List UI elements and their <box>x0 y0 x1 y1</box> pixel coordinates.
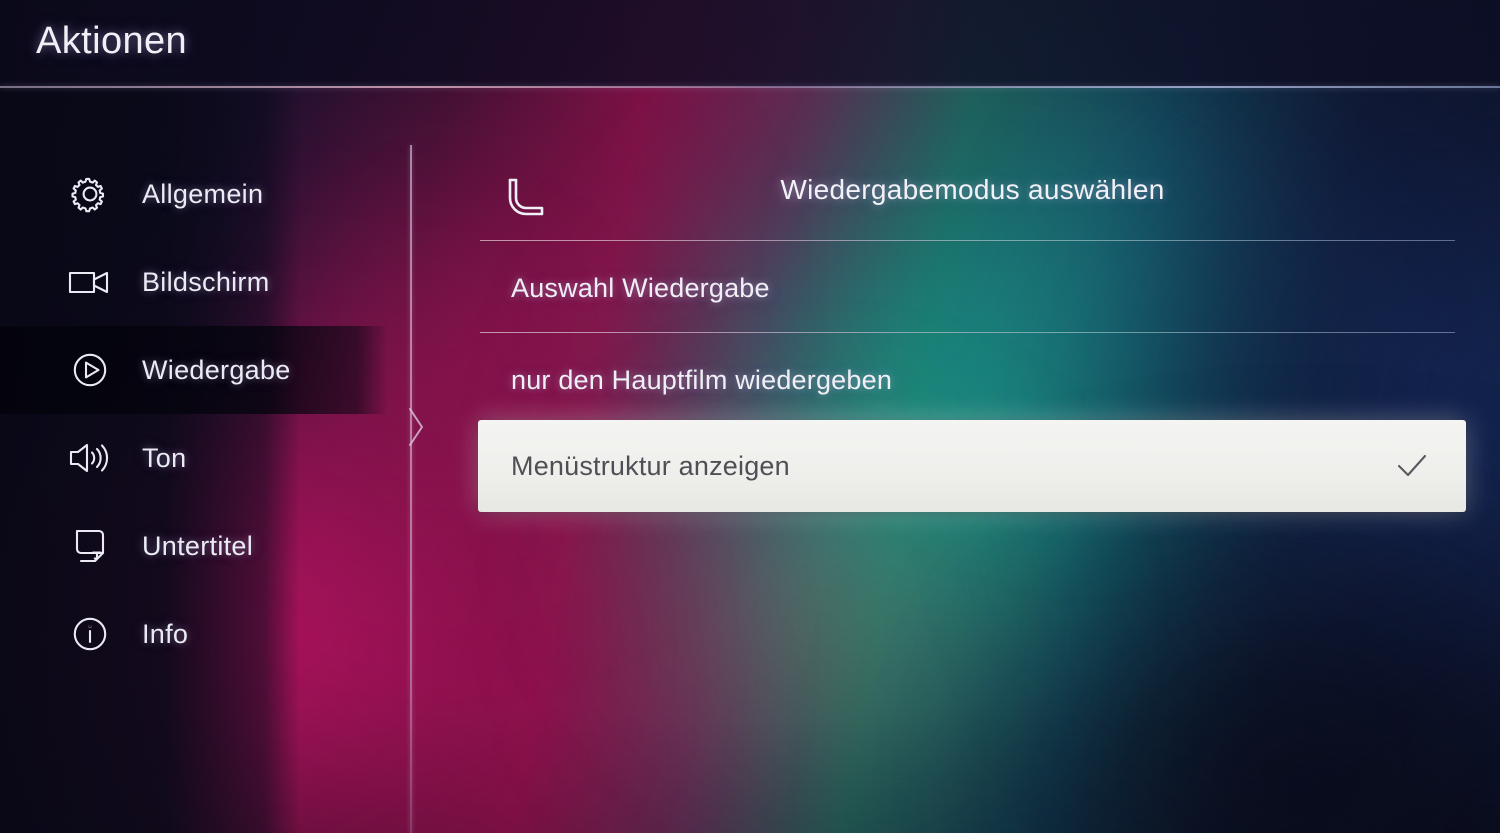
panel-header: Wiedergabemodus auswählen <box>480 160 1465 238</box>
panel-divider-top <box>480 240 1455 241</box>
sidebar-divider <box>410 145 412 833</box>
selection-chevron-icon <box>409 405 425 449</box>
sidebar-item-wiedergabe[interactable]: Wiedergabe <box>0 326 388 414</box>
sidebar-item-label: Untertitel <box>142 530 254 561</box>
check-icon <box>1394 448 1430 484</box>
panel-title: Wiedergabemodus auswählen <box>780 174 1165 205</box>
main-panel: Wiedergabemodus auswählen Auswahl Wieder… <box>478 160 1466 512</box>
sidebar-item-label: Bildschirm <box>142 266 270 297</box>
list-item-label: nur den Hauptfilm wiedergeben <box>511 364 893 395</box>
sidebar-item-label: Allgemein <box>142 178 264 209</box>
sidebar-item-allgemein[interactable]: Allgemein <box>0 150 410 238</box>
sidebar-item-untertitel[interactable]: Untertitel <box>0 502 410 590</box>
sidebar-item-info[interactable]: Info <box>0 590 410 678</box>
list-item-menuestruktur-selected[interactable]: Menüstruktur anzeigen <box>478 420 1466 512</box>
info-circle-icon <box>66 612 114 656</box>
list-item-nur-hauptfilm[interactable]: nur den Hauptfilm wiedergeben <box>480 334 1455 426</box>
header: Aktionen <box>0 0 1500 87</box>
sidebar-item-label: Info <box>142 618 189 649</box>
subtitle-icon <box>66 524 114 568</box>
sidebar-item-label: Ton <box>142 442 187 473</box>
panel-divider-middle <box>480 332 1455 333</box>
page-title: Aktionen <box>36 20 188 62</box>
tv-settings-screen: Aktionen Allgemein Bildschirm Wiedergabe… <box>0 0 1500 833</box>
list-item-label: Auswahl Wiedergabe <box>511 272 770 303</box>
video-camera-icon <box>66 260 114 304</box>
list-item-label: Menüstruktur anzeigen <box>511 450 790 481</box>
sidebar-item-bildschirm[interactable]: Bildschirm <box>0 238 410 326</box>
header-backdrop <box>0 0 1500 87</box>
sidebar: Allgemein Bildschirm Wiedergabe Ton Unte… <box>0 150 410 678</box>
play-circle-icon <box>66 348 114 392</box>
sidebar-item-label: Wiedergabe <box>142 354 291 385</box>
gear-icon <box>66 172 114 216</box>
list-item-auswahl-wiedergabe[interactable]: Auswahl Wiedergabe <box>480 242 1455 334</box>
speaker-icon <box>66 436 114 480</box>
header-divider <box>0 86 1500 88</box>
sidebar-item-ton[interactable]: Ton <box>0 414 410 502</box>
